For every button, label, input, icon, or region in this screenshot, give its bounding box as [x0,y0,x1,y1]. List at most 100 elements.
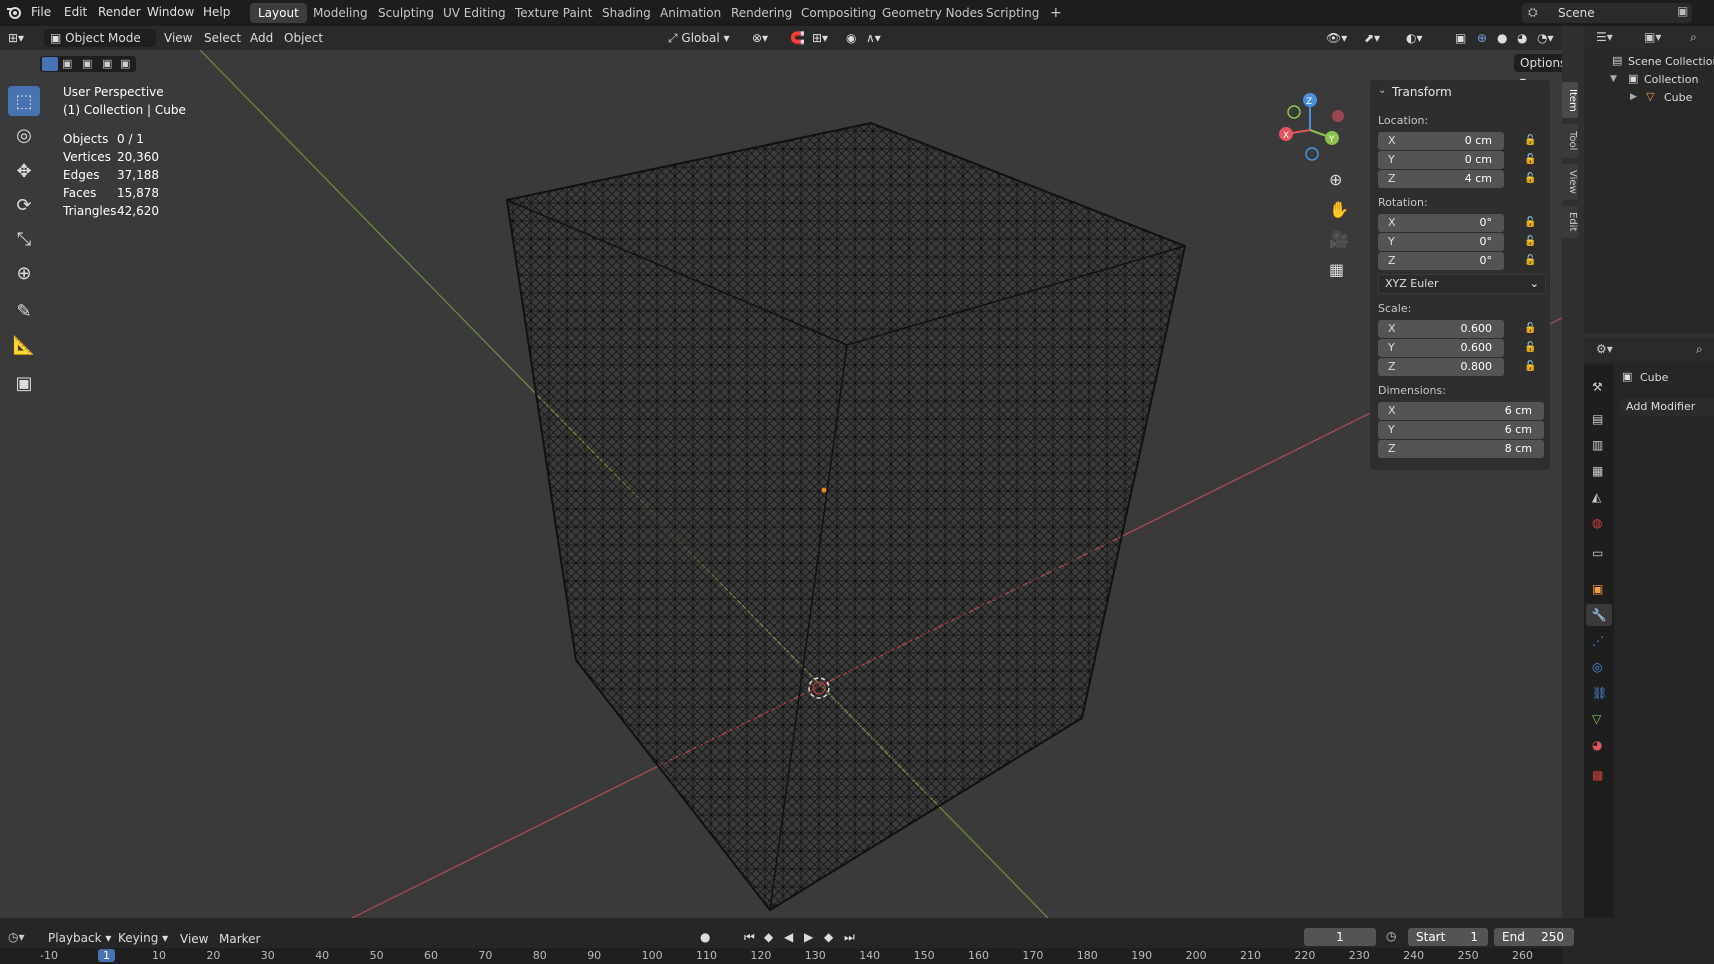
lock-icon[interactable]: 🔓 [1524,255,1536,267]
scene-selector[interactable]: ⛭ Scene ▣ [1522,3,1692,23]
collapse-chevron-icon[interactable]: ⌄ [1378,85,1386,96]
frame-ruler[interactable]: -10 1 10 20 30 40 50 60 70 80 90 100 110 120 130 140 150… [0,948,1562,964]
menu-playback[interactable]: Playback ▾ [42,929,117,947]
select-extend-icon[interactable]: ▣ [62,57,72,70]
select-new-icon[interactable] [42,57,58,71]
render-tab-icon[interactable]: ▤ [1592,412,1603,426]
gizmo-toggle-icon[interactable]: ⬈▾ [1364,29,1380,47]
dimensions-y-field[interactable]: Y 6 cm [1378,421,1544,439]
blender-logo-icon[interactable] [6,4,22,20]
new-scene-icon[interactable]: ▣ [1677,4,1688,18]
wireframe-shading-icon[interactable]: ⊕ [1477,29,1487,47]
transform-tool[interactable]: ⊕ [8,258,40,288]
display-mode-icon[interactable]: ▣▾ [1644,30,1661,44]
tab-compositing[interactable]: Compositing [793,3,884,23]
lock-icon[interactable]: 🔓 [1524,236,1536,248]
pivot-icon[interactable]: ⊗▾ [752,29,768,47]
dimensions-z-field[interactable]: Z 8 cm [1378,440,1544,458]
add-cube-tool[interactable]: ▣ [8,368,40,398]
menu-select[interactable]: Select [204,29,241,47]
expand-icon[interactable]: ▶ [1630,92,1637,102]
material-shading-icon[interactable]: ◕ [1517,29,1527,47]
select-intersect-icon[interactable]: ▣ [120,57,130,70]
add-workspace-button[interactable]: + [1042,3,1070,23]
menu-help[interactable]: Help [203,5,230,19]
texture-tab-icon[interactable]: ▩ [1592,768,1603,782]
expand-icon[interactable]: ▼ [1610,74,1617,84]
tab-rendering[interactable]: Rendering [723,3,800,23]
editor-type-icon[interactable]: ⊞▾ [8,29,24,47]
data-tab-icon[interactable]: ▽ [1592,712,1601,726]
transform-orientation-dropdown[interactable]: ⤢ Global ▾ [668,29,730,47]
tab-item[interactable]: Item [1562,82,1578,118]
current-frame-field[interactable]: 1 [1304,928,1376,946]
lock-icon[interactable]: 🔓 [1524,173,1536,185]
scale-y-field[interactable]: Y 0.600 [1378,339,1504,357]
properties-editor-icon[interactable]: ⚙▾ [1596,342,1613,356]
overlay-toggle-icon[interactable]: ◐▾ [1406,29,1423,47]
menu-timeline-view[interactable]: View [180,932,208,946]
proportional-edit-icon[interactable]: ◉ [846,29,856,47]
lock-icon[interactable]: 🔓 [1524,361,1536,373]
measure-tool[interactable]: 📐 [8,330,40,360]
snap-target-icon[interactable]: ⊞▾ [812,29,828,47]
next-keyframe-icon[interactable]: ◆ [824,930,833,944]
menu-render[interactable]: Render [98,5,141,19]
menu-edit[interactable]: Edit [64,5,87,19]
record-icon[interactable]: ● [700,930,710,944]
timeline-editor-icon[interactable]: ◷▾ [8,930,25,944]
lock-icon[interactable]: 🔓 [1524,217,1536,229]
cursor-tool[interactable]: ◎ [8,120,40,150]
tab-uv-editing[interactable]: UV Editing [435,3,514,23]
select-box-tool[interactable]: ⬚ [8,86,40,116]
3d-viewport[interactable]: ▣ ▣ ▣ ▣ Options ▾ ⬚ ◎ ✥ ⟳ ⤡ ⊕ ✎ 📐 ▣ User… [0,50,1562,918]
object-tab-icon[interactable]: ▣ [1592,582,1603,596]
start-frame-field[interactable]: Start 1 [1408,928,1488,946]
scale-z-field[interactable]: Z 0.800 [1378,358,1504,376]
scale-x-field[interactable]: X 0.600 [1378,320,1504,338]
collection-label[interactable]: Collection [1644,73,1698,86]
location-x-field[interactable]: X 0 cm [1378,132,1504,150]
select-subtract-icon[interactable]: ▣ [82,57,92,70]
select-invert-icon[interactable]: ▣ [102,57,112,70]
play-icon[interactable]: ▶ [804,930,813,944]
menu-keying[interactable]: Keying ▾ [112,929,174,947]
menu-marker[interactable]: Marker [219,932,260,946]
rotation-z-field[interactable]: Z 0° [1378,252,1504,270]
menu-view[interactable]: View [164,29,192,47]
tab-view[interactable]: View [1562,164,1578,200]
ortho-toggle-icon[interactable]: ▦ [1329,260,1344,279]
pan-hand-icon[interactable]: ✋ [1329,200,1349,219]
scene-collection-label[interactable]: Scene Collection [1628,55,1714,68]
move-tool[interactable]: ✥ [8,156,40,186]
search-icon[interactable]: ⌕ [1696,342,1703,357]
output-tab-icon[interactable]: ▥ [1592,438,1603,452]
zoom-icon[interactable]: ⊕ [1329,170,1342,189]
prev-keyframe-icon[interactable]: ◆ [764,930,773,944]
rotation-y-field[interactable]: Y 0° [1378,233,1504,251]
rendered-shading-icon[interactable]: ◔▾ [1537,29,1554,47]
collection-tab-icon[interactable]: ▭ [1592,546,1603,560]
location-z-field[interactable]: Z 4 cm [1378,170,1504,188]
world-tab-icon[interactable]: ◍ [1592,516,1602,530]
search-icon[interactable]: ⌕ [1690,30,1697,45]
rotation-x-field[interactable]: X 0° [1378,214,1504,232]
scale-tool[interactable]: ⤡ [8,224,40,254]
lock-icon[interactable]: 🔓 [1524,323,1536,335]
view-layer-tab-icon[interactable]: ▦ [1592,464,1603,478]
snap-icon[interactable]: 🧲 [790,29,805,47]
xray-toggle-icon[interactable]: ▣ [1455,29,1466,47]
menu-object[interactable]: Object [284,29,323,47]
tab-tool[interactable]: Tool [1562,124,1578,158]
menu-file[interactable]: File [31,5,51,19]
visibility-icon[interactable]: 👁▾ [1326,29,1347,47]
jump-start-icon[interactable]: ⏮ [744,930,755,945]
rotation-mode-dropdown[interactable]: XYZ Euler ⌄ [1378,274,1546,294]
particles-tab-icon[interactable]: ⋰ [1592,634,1604,648]
options-dropdown[interactable]: Options ▾ [1514,54,1562,88]
tab-edit[interactable]: Edit [1562,206,1578,238]
location-y-field[interactable]: Y 0 cm [1378,151,1504,169]
lock-icon[interactable]: 🔓 [1524,154,1536,166]
solid-shading-icon[interactable]: ● [1497,29,1507,47]
lock-icon[interactable]: 🔓 [1524,342,1536,354]
